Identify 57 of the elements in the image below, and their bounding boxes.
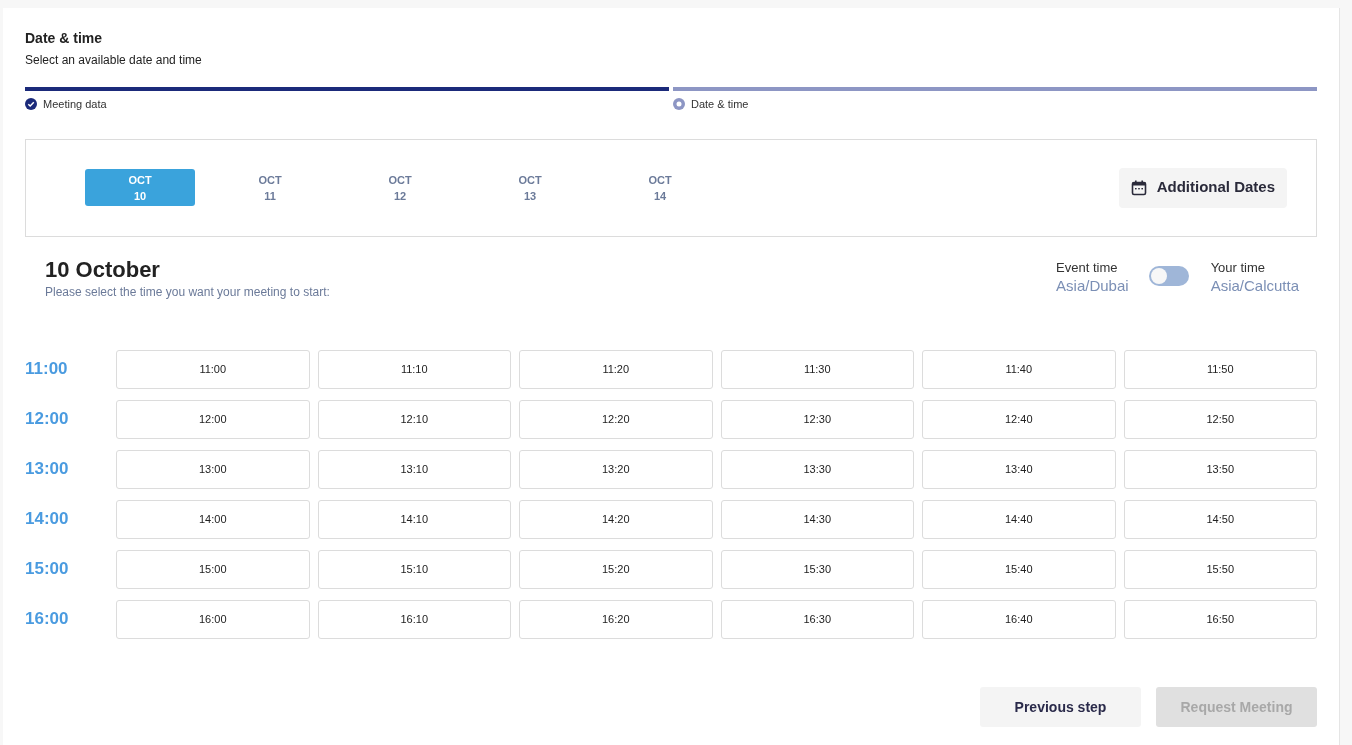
additional-dates-button[interactable]: Additional Dates <box>1118 167 1287 208</box>
time-slot[interactable]: 16:00 <box>116 599 310 639</box>
timezone-name: Asia/Calcutta <box>1210 277 1299 294</box>
time-slot[interactable]: 15:30 <box>720 549 914 589</box>
time-slot[interactable]: 11:30 <box>720 349 914 389</box>
time-slot[interactable]: 14:50 <box>1123 499 1317 539</box>
hour-label: 16:00 <box>25 608 70 631</box>
time-slot[interactable]: 13:00 <box>116 449 310 489</box>
step-label: Meeting data <box>43 97 107 112</box>
time-slot[interactable]: 11:20 <box>519 349 713 389</box>
time-slot[interactable]: 14:10 <box>317 499 511 539</box>
time-slot[interactable]: 14:20 <box>519 499 713 539</box>
time-slot[interactable]: 12:40 <box>922 399 1116 439</box>
time-slot[interactable]: 11:50 <box>1123 349 1317 389</box>
time-slot[interactable]: 16:20 <box>519 599 713 639</box>
time-slot[interactable]: 13:10 <box>317 449 511 489</box>
time-slot[interactable]: 15:00 <box>116 549 310 589</box>
action-button[interactable]: Previous step <box>980 687 1141 727</box>
time-slot[interactable]: 11:00 <box>116 349 310 389</box>
time-slot[interactable]: 14:30 <box>720 499 914 539</box>
time-slot[interactable]: 12:30 <box>720 399 914 439</box>
time-slot[interactable]: 16:50 <box>1123 599 1317 639</box>
time-slot[interactable]: 11:40 <box>922 349 1116 389</box>
time-slot[interactable]: 14:40 <box>922 499 1116 539</box>
time-slot[interactable]: 15:40 <box>922 549 1116 589</box>
time-slot[interactable]: 16:30 <box>720 599 914 639</box>
timezone-toggle[interactable] <box>1148 265 1189 286</box>
step-label: Date & time <box>691 97 749 112</box>
time-slot[interactable]: 13:40 <box>922 449 1116 489</box>
hour-label: 13:00 <box>25 458 70 481</box>
section-subtitle: Select an available date and time <box>25 52 203 69</box>
time-slot[interactable]: 16:10 <box>317 599 511 639</box>
timezone-label: Your time <box>1210 258 1267 277</box>
action-button: Request Meeting <box>1156 687 1317 727</box>
timezone-name: Asia/Dubai <box>1056 277 1129 294</box>
hour-label: 11:00 <box>25 358 69 381</box>
time-slot[interactable]: 13:50 <box>1123 449 1317 489</box>
time-slot[interactable]: 16:40 <box>922 599 1116 639</box>
section-title: Date & time <box>25 29 104 48</box>
time-slot[interactable]: 13:30 <box>720 449 914 489</box>
time-slot[interactable]: 11:10 <box>317 349 511 389</box>
time-slot[interactable]: 15:20 <box>519 549 713 589</box>
hour-label: 12:00 <box>25 408 70 431</box>
day-heading: 10 October <box>45 256 161 283</box>
time-slot[interactable]: 13:20 <box>519 449 713 489</box>
calendar-icon <box>1130 179 1147 196</box>
hour-label: 14:00 <box>25 508 70 531</box>
day-hint: Please select the time you want your meeting to start: <box>45 283 330 301</box>
time-slot[interactable]: 12:20 <box>519 399 713 439</box>
time-slot[interactable]: 14:00 <box>116 499 310 539</box>
time-slot[interactable]: 12:50 <box>1123 399 1317 439</box>
time-slot[interactable]: 12:10 <box>317 399 511 439</box>
hour-label: 15:00 <box>25 558 70 581</box>
time-slot[interactable]: 15:10 <box>317 549 511 589</box>
time-slot[interactable]: 15:50 <box>1123 549 1317 589</box>
timezone-label: Event time <box>1056 258 1119 277</box>
time-slot[interactable]: 12:00 <box>116 399 310 439</box>
